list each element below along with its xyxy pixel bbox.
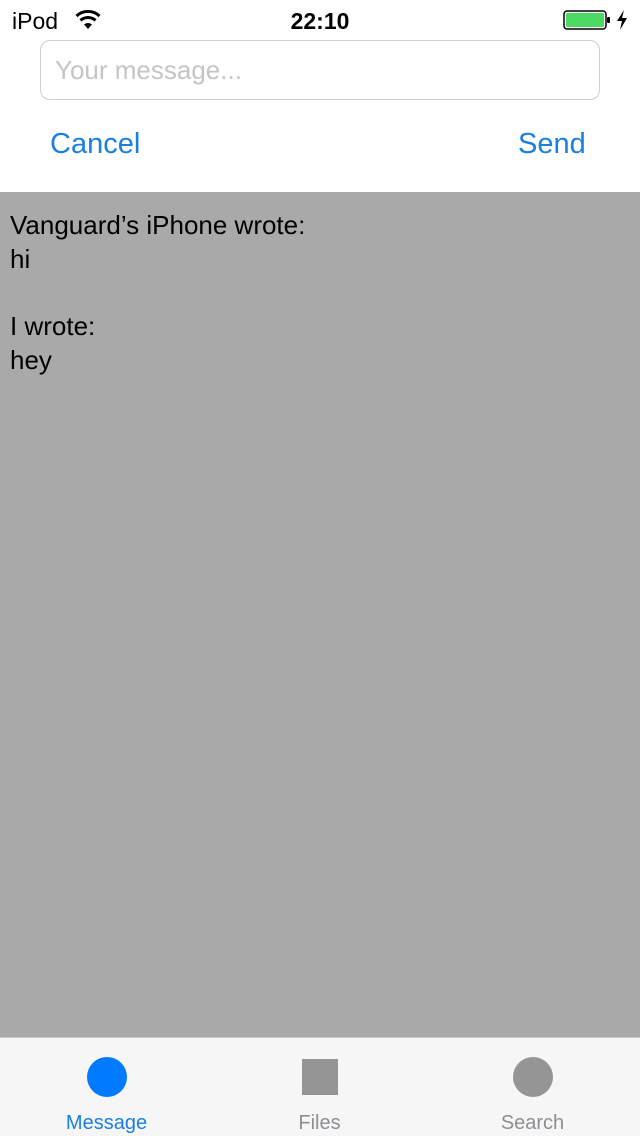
send-button[interactable]: Send [518,128,586,161]
message-text: hey [10,345,52,375]
circle-icon [86,1057,127,1097]
message-entry: I wrote: hey [10,309,630,377]
battery-icon [563,10,610,30]
tab-label: Search [500,1112,565,1134]
message-sender: Vanguard’s iPhone wrote: [10,210,306,240]
message-entry: Vanguard’s iPhone wrote: hi [10,208,630,276]
message-sender: I wrote: [10,311,96,341]
tab-search[interactable]: Search [426,1038,639,1136]
circle-icon [512,1057,553,1097]
tab-files[interactable]: Files [213,1038,426,1136]
tab-label: Files [298,1112,341,1134]
message-text: hi [10,244,31,274]
tab-label: Message [65,1112,148,1134]
cancel-button[interactable]: Cancel [50,128,140,161]
status-bar: iPod 22:10 [0,0,640,40]
tab-message[interactable]: Message [0,1038,213,1136]
charging-bolt-icon [617,10,627,30]
square-icon [301,1059,338,1095]
status-time: 22:10 [290,8,350,34]
tab-bar: Message Files Search [0,1037,640,1136]
message-input[interactable] [40,40,600,100]
conversation-log[interactable]: Vanguard’s iPhone wrote: hi I wrote: hey [0,192,640,1037]
